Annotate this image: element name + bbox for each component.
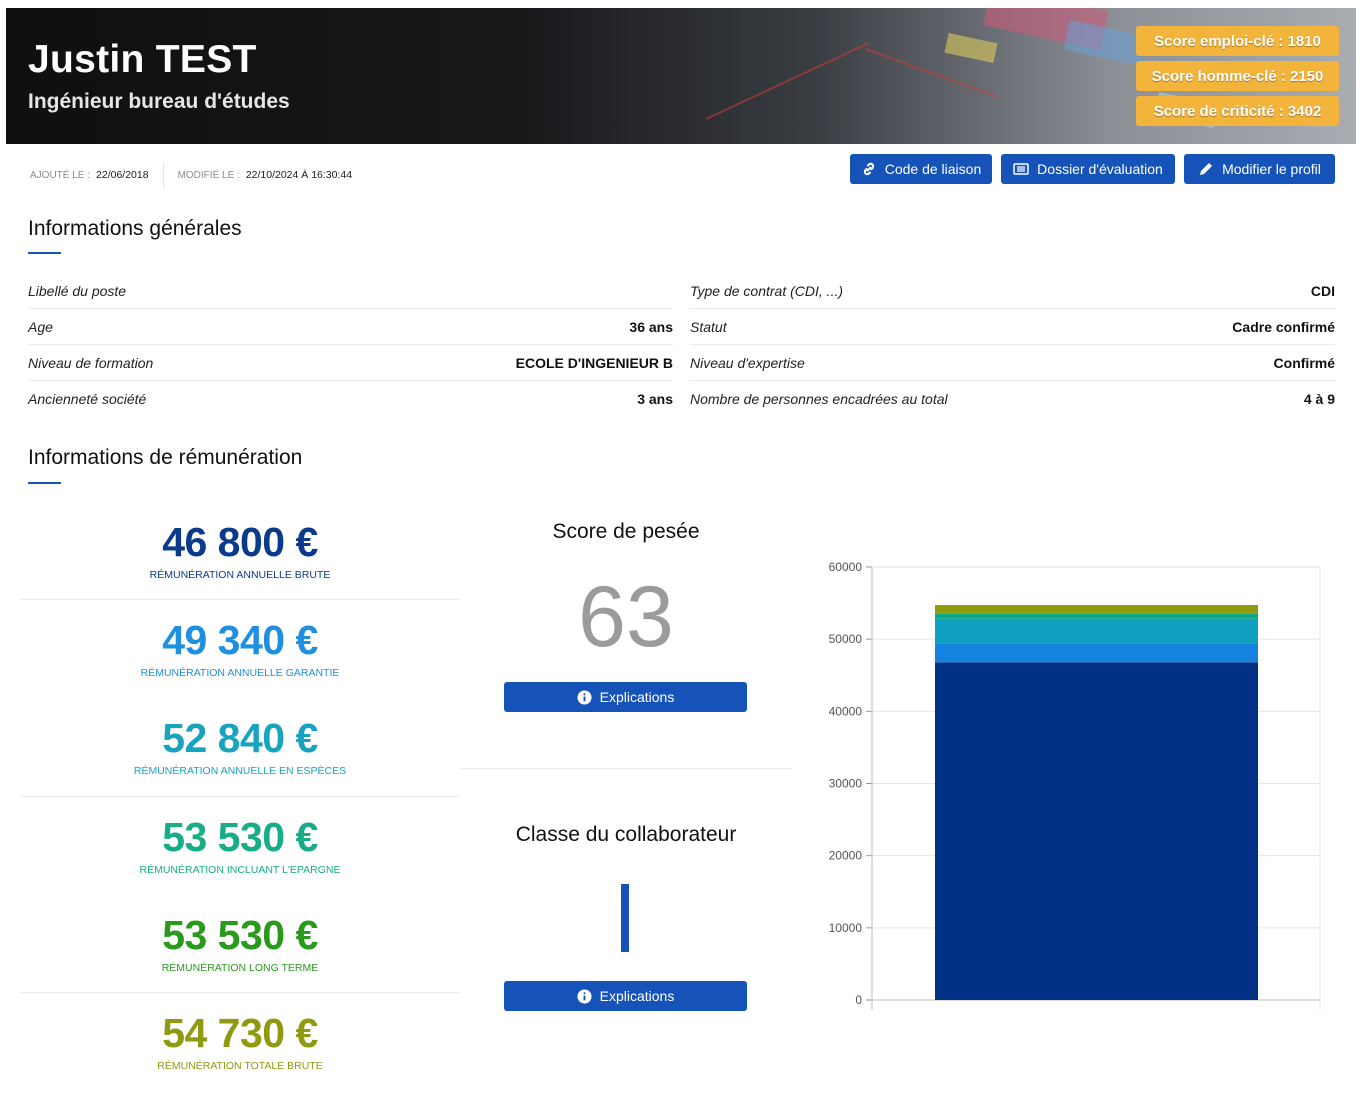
bar-segment bbox=[935, 613, 1258, 619]
bar-segment bbox=[935, 605, 1258, 614]
info-label: Type de contrat (CDI, ...) bbox=[690, 282, 844, 299]
info-label: Libellé du poste bbox=[28, 282, 127, 299]
remuneration-caption: RÉMUNÉRATION TOTALE BRUTE bbox=[157, 1060, 323, 1072]
info-row-job-label: Libellé du poste bbox=[28, 273, 673, 309]
title-underline bbox=[28, 482, 61, 484]
pencil-icon bbox=[1200, 163, 1213, 175]
divider bbox=[20, 992, 460, 993]
divider bbox=[162, 163, 164, 187]
remuneration-amount: 49 340 € bbox=[162, 617, 318, 663]
general-info-title: Informations générales bbox=[28, 217, 242, 240]
score-key-job-badge: Score emploi-clé : 1810 bbox=[1136, 26, 1339, 56]
link-code-label: Code de liaison bbox=[884, 161, 982, 177]
employee-class-value: I bbox=[621, 884, 629, 952]
info-label: Statut bbox=[690, 318, 727, 335]
bar-segment bbox=[935, 643, 1258, 663]
score-criticality-badge: Score de criticité : 3402 bbox=[1136, 96, 1339, 126]
info-value: CDI bbox=[1310, 282, 1335, 299]
explain-label: Explications bbox=[599, 988, 675, 1004]
info-row-expertise: Niveau d'expertise Confirmé bbox=[690, 345, 1335, 381]
divider bbox=[20, 796, 460, 797]
bar-segment bbox=[935, 618, 1258, 644]
profile-banner: Justin TEST Ingénieur bureau d'études Sc… bbox=[6, 8, 1356, 144]
weighing-score-title: Score de pesée bbox=[552, 520, 700, 543]
remuneration-amount: 53 530 € bbox=[162, 814, 318, 860]
remuneration-amount: 53 530 € bbox=[162, 912, 318, 958]
modified-label: MODIFIÉ LE : bbox=[177, 169, 240, 181]
y-tick-label: 0 bbox=[855, 993, 862, 1007]
info-value: 4 à 9 bbox=[1303, 391, 1335, 407]
evaluation-file-label: Dossier d'évaluation bbox=[1037, 161, 1163, 177]
remuneration-item: 53 530 € RÉMUNÉRATION INCLUANT L'EPARGNE bbox=[20, 814, 460, 877]
divider bbox=[460, 768, 792, 769]
employee-class-title: Classe du collaborateur bbox=[515, 823, 737, 846]
remuneration-item: 46 800 € RÉMUNÉRATION ANNUELLE BRUTE bbox=[20, 519, 460, 582]
y-tick-label: 40000 bbox=[829, 704, 863, 718]
info-row-age: Age 36 ans bbox=[28, 309, 673, 345]
evaluation-file-button[interactable]: Dossier d'évaluation bbox=[1001, 154, 1175, 184]
info-row-seniority: Ancienneté société 3 ans bbox=[28, 381, 673, 417]
record-dates: AJOUTÉ LE : 22/06/2018 MODIFIÉ LE : 22/1… bbox=[30, 163, 352, 187]
remuneration-item: 53 530 € RÉMUNÉRATION LONG TERME bbox=[20, 912, 460, 975]
employee-name: Justin TEST bbox=[28, 38, 257, 81]
remuneration-caption: RÉMUNÉRATION ANNUELLE GARANTIE bbox=[140, 667, 340, 679]
bar-segment bbox=[935, 662, 1258, 1000]
y-tick-label: 30000 bbox=[829, 777, 863, 791]
info-value: Confirmé bbox=[1273, 354, 1335, 371]
info-value: 3 ans bbox=[637, 391, 673, 407]
y-tick-label: 10000 bbox=[829, 921, 863, 935]
modified-date: 22/10/2024 À 16:30:44 bbox=[245, 169, 353, 181]
info-value: ECOLE D'INGENIEUR B bbox=[515, 354, 673, 371]
remuneration-caption: RÉMUNÉRATION ANNUELLE EN ESPÈCES bbox=[133, 765, 347, 777]
info-label: Age bbox=[28, 318, 53, 335]
remuneration-item: 52 840 € RÉMUNÉRATION ANNUELLE EN ESPÈCES bbox=[20, 715, 460, 778]
info-label: Niveau de formation bbox=[28, 354, 154, 371]
edit-profile-label: Modifier le profil bbox=[1222, 161, 1321, 177]
remuneration-caption: RÉMUNÉRATION LONG TERME bbox=[161, 962, 319, 974]
class-explain-button[interactable]: Explications bbox=[504, 981, 747, 1011]
info-row-managed: Nombre de personnes encadrées au total 4… bbox=[690, 381, 1335, 417]
remuneration-amount: 46 800 € bbox=[162, 519, 318, 565]
info-label: Nombre de personnes encadrées au total bbox=[690, 391, 948, 407]
link-icon bbox=[863, 162, 874, 176]
weighing-score-value: 63 bbox=[578, 569, 674, 665]
info-circle-icon bbox=[577, 689, 592, 705]
y-tick-label: 20000 bbox=[829, 849, 863, 863]
y-tick-label: 50000 bbox=[829, 632, 863, 646]
info-circle-icon bbox=[577, 988, 592, 1004]
score-key-person-badge: Score homme-clé : 2150 bbox=[1136, 61, 1339, 91]
y-tick-label: 60000 bbox=[829, 560, 863, 574]
file-list-icon bbox=[1013, 163, 1029, 175]
remuneration-stacked-chart: 0 10000 20000 30000 40000 50000 60000 bbox=[829, 560, 1321, 1010]
remuneration-caption: RÉMUNÉRATION INCLUANT L'EPARGNE bbox=[139, 864, 341, 876]
employee-job-title: Ingénieur bureau d'études bbox=[28, 90, 290, 113]
weighing-explain-button[interactable]: Explications bbox=[504, 682, 747, 712]
remuneration-amount: 52 840 € bbox=[162, 715, 318, 761]
info-row-education: Niveau de formation ECOLE D'INGENIEUR B bbox=[28, 345, 673, 381]
remuneration-amount: 54 730 € bbox=[162, 1010, 318, 1056]
title-underline bbox=[28, 252, 61, 254]
edit-profile-button[interactable]: Modifier le profil bbox=[1184, 154, 1335, 184]
link-code-button[interactable]: Code de liaison bbox=[850, 154, 992, 184]
info-value: 36 ans bbox=[629, 318, 673, 335]
info-row-contract: Type de contrat (CDI, ...) CDI bbox=[690, 273, 1335, 309]
remuneration-title: Informations de rémunération bbox=[28, 446, 303, 469]
info-row-status: Statut Cadre confirmé bbox=[690, 309, 1335, 345]
remuneration-caption: RÉMUNÉRATION ANNUELLE BRUTE bbox=[149, 569, 331, 581]
remuneration-item: 49 340 € RÉMUNÉRATION ANNUELLE GARANTIE bbox=[20, 617, 460, 680]
added-date: 22/06/2018 bbox=[96, 169, 149, 181]
info-label: Ancienneté société bbox=[28, 391, 147, 407]
divider bbox=[20, 599, 460, 600]
added-label: AJOUTÉ LE : bbox=[30, 169, 91, 181]
explain-label: Explications bbox=[599, 689, 675, 705]
info-label: Niveau d'expertise bbox=[690, 354, 805, 371]
info-value: Cadre confirmé bbox=[1232, 318, 1335, 335]
remuneration-item: 54 730 € RÉMUNÉRATION TOTALE BRUTE bbox=[20, 1010, 460, 1073]
